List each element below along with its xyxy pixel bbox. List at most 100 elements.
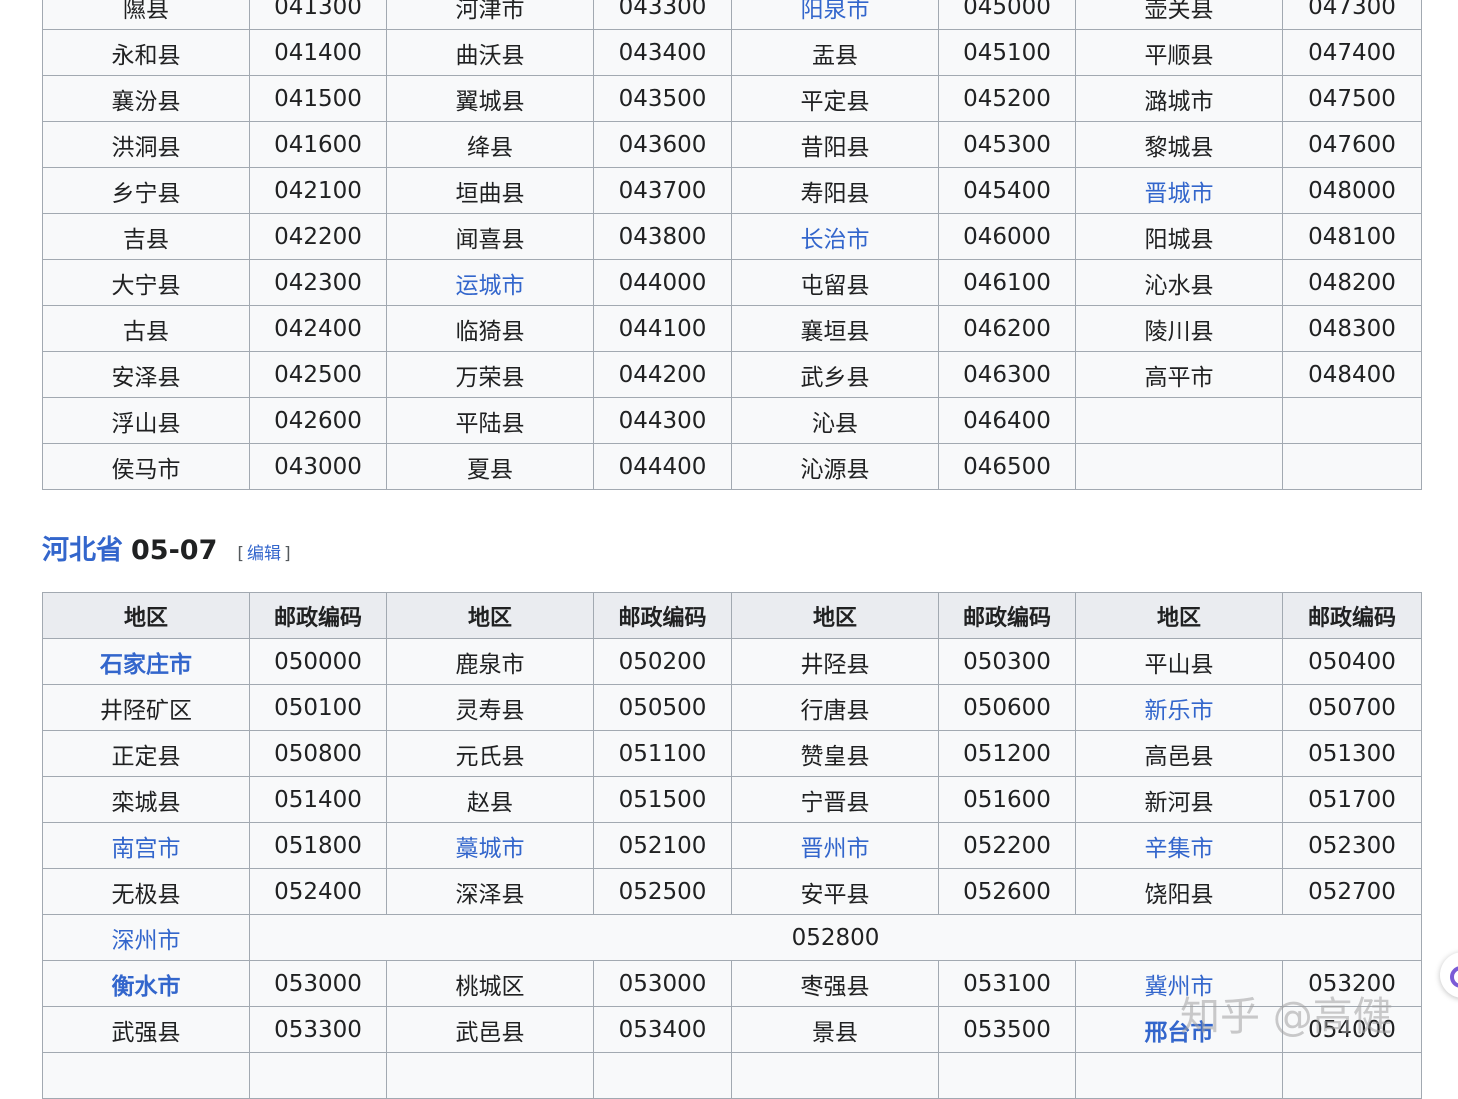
postal-code-cell: 047400 bbox=[1282, 29, 1422, 76]
region-link[interactable]: 长治市 bbox=[801, 227, 870, 253]
region-link[interactable]: 冀州市 bbox=[1145, 974, 1214, 1000]
region-cell: 武乡县 bbox=[731, 351, 939, 398]
region-cell: 屯留县 bbox=[731, 259, 939, 306]
region-cell: 正定县 bbox=[42, 730, 250, 777]
postal-code: 043400 bbox=[618, 39, 707, 66]
edit-link[interactable]: 编辑 bbox=[247, 544, 281, 564]
postal-code-cell: 042200 bbox=[249, 213, 387, 260]
postal-code: 041600 bbox=[274, 131, 362, 158]
edit-section: [编辑] bbox=[237, 539, 290, 564]
region-link[interactable]: 阳泉市 bbox=[801, 0, 870, 23]
postal-code-cell: 050600 bbox=[938, 684, 1076, 731]
postal-code-cell: 045300 bbox=[938, 121, 1076, 168]
region-link[interactable]: 邢台市 bbox=[1145, 1020, 1214, 1046]
region-name: 洪洞县 bbox=[111, 134, 181, 161]
postal-code-cell: 043300 bbox=[593, 0, 732, 30]
region-cell bbox=[1075, 443, 1283, 490]
postal-code: 054000 bbox=[1308, 1016, 1396, 1043]
table-row bbox=[42, 1052, 1422, 1099]
postal-code: 046000 bbox=[963, 223, 1051, 250]
header-region: 地区 bbox=[1075, 592, 1283, 639]
table-row: 古县 042400 临猗县 044100 襄垣县 046200 陵川县 048300 bbox=[42, 305, 1422, 352]
region-link[interactable]: 晋城市 bbox=[1145, 181, 1214, 207]
postal-code-cell: 053000 bbox=[249, 960, 387, 1007]
postal-code-cell: 045400 bbox=[938, 167, 1076, 214]
postal-code: 050300 bbox=[963, 648, 1051, 675]
region-cell: 深泽县 bbox=[386, 868, 594, 915]
region-link[interactable]: 衡水市 bbox=[112, 974, 181, 1000]
region-name: 高邑县 bbox=[1144, 743, 1214, 770]
table-row: 衡水市 053000 桃城区 053000 枣强县 053100 冀州市 053200 bbox=[42, 960, 1422, 1007]
region-cell: 浮山县 bbox=[42, 397, 250, 444]
region-name: 黎城县 bbox=[1144, 134, 1214, 161]
postal-code-cell: 045100 bbox=[938, 29, 1076, 76]
region-link[interactable]: 深州市 bbox=[112, 928, 181, 954]
postal-code-cell: 050100 bbox=[249, 684, 387, 731]
region-link[interactable]: 藁城市 bbox=[456, 836, 525, 862]
postal-code: 047400 bbox=[1308, 39, 1396, 66]
region-cell: 洪洞县 bbox=[42, 121, 250, 168]
header-postal-code: 邮政编码 bbox=[593, 592, 732, 639]
postal-code: 052700 bbox=[1308, 878, 1396, 905]
postal-code: 041500 bbox=[274, 85, 362, 112]
region-cell: 南宫市 bbox=[42, 822, 250, 869]
region-name: 枣强县 bbox=[800, 973, 870, 1000]
postal-code-range: 05-07 bbox=[131, 535, 218, 566]
region-cell: 临猗县 bbox=[386, 305, 594, 352]
header-region: 地区 bbox=[42, 592, 250, 639]
region-link[interactable]: 南宫市 bbox=[112, 836, 181, 862]
table-row: 石家庄市 050000 鹿泉市 050200 井陉县 050300 平山县 050400 bbox=[42, 638, 1422, 685]
postal-code-cell: 048400 bbox=[1282, 351, 1422, 398]
table-row: 吉县 042200 闻喜县 043800 长治市 046000 阳城县 048100 bbox=[42, 213, 1422, 260]
postal-code: 043700 bbox=[618, 177, 707, 204]
region-cell: 平顺县 bbox=[1075, 29, 1283, 76]
region-link[interactable]: 运城市 bbox=[456, 273, 525, 299]
postal-code: 046200 bbox=[963, 315, 1051, 342]
postal-code: 050700 bbox=[1308, 694, 1396, 721]
region-link[interactable]: 石家庄市 bbox=[100, 652, 192, 678]
header-postal-code: 邮政编码 bbox=[1282, 592, 1422, 639]
postal-code-cell: 047600 bbox=[1282, 121, 1422, 168]
region-cell: 赞皇县 bbox=[731, 730, 939, 777]
region-name: 垣曲县 bbox=[455, 180, 525, 207]
postal-code-cell: 051400 bbox=[249, 776, 387, 823]
postal-code: 047600 bbox=[1308, 131, 1396, 158]
region-cell: 栾城县 bbox=[42, 776, 250, 823]
region-link[interactable]: 新乐市 bbox=[1145, 698, 1214, 724]
postal-code: 042100 bbox=[274, 177, 362, 204]
region-name: 行唐县 bbox=[800, 697, 870, 724]
postal-code: 052600 bbox=[963, 878, 1051, 905]
table-row: 正定县 050800 元氏县 051100 赞皇县 051200 高邑县 051300 bbox=[42, 730, 1422, 777]
postal-code-cell: 043600 bbox=[593, 121, 732, 168]
postal-code: 051400 bbox=[274, 786, 362, 813]
region-link[interactable]: 晋州市 bbox=[801, 836, 870, 862]
region-cell: 陵川县 bbox=[1075, 305, 1283, 352]
region-name: 壶关县 bbox=[1144, 0, 1214, 23]
region-name: 武邑县 bbox=[455, 1019, 525, 1046]
region-cell: 冀州市 bbox=[1075, 960, 1283, 1007]
region-cell: 翼城县 bbox=[386, 75, 594, 122]
province-heading-link[interactable]: 河北省 bbox=[42, 528, 123, 567]
region-cell: 高平市 bbox=[1075, 351, 1283, 398]
edit-bracket-close: ] bbox=[284, 544, 291, 564]
postal-code: 052800 bbox=[791, 924, 880, 951]
region-name: 井陉矿区 bbox=[100, 697, 192, 724]
region-name: 翼城县 bbox=[455, 88, 525, 115]
circle-logo-icon[interactable] bbox=[1440, 952, 1458, 998]
region-cell: 藁城市 bbox=[386, 822, 594, 869]
postal-code: 051700 bbox=[1308, 786, 1396, 813]
region-link[interactable]: 辛集市 bbox=[1145, 836, 1214, 862]
postal-code: 042600 bbox=[274, 407, 362, 434]
region-cell: 深州市 bbox=[42, 914, 250, 961]
region-cell: 乡宁县 bbox=[42, 167, 250, 214]
table-row: 浮山县 042600 平陆县 044300 沁县 046400 bbox=[42, 397, 1422, 444]
table-row: 隰县 041300 河津市 043300 阳泉市 045000 壶关县 047300 bbox=[42, 0, 1422, 30]
region-cell: 昔阳县 bbox=[731, 121, 939, 168]
postal-code: 051500 bbox=[618, 786, 707, 813]
region-cell: 阳泉市 bbox=[731, 0, 939, 30]
postal-code: 043800 bbox=[618, 223, 707, 250]
postal-code: 044400 bbox=[618, 453, 707, 480]
region-name: 寿阳县 bbox=[800, 180, 870, 207]
postal-code: 046400 bbox=[963, 407, 1051, 434]
region-name: 平山县 bbox=[1144, 651, 1214, 678]
